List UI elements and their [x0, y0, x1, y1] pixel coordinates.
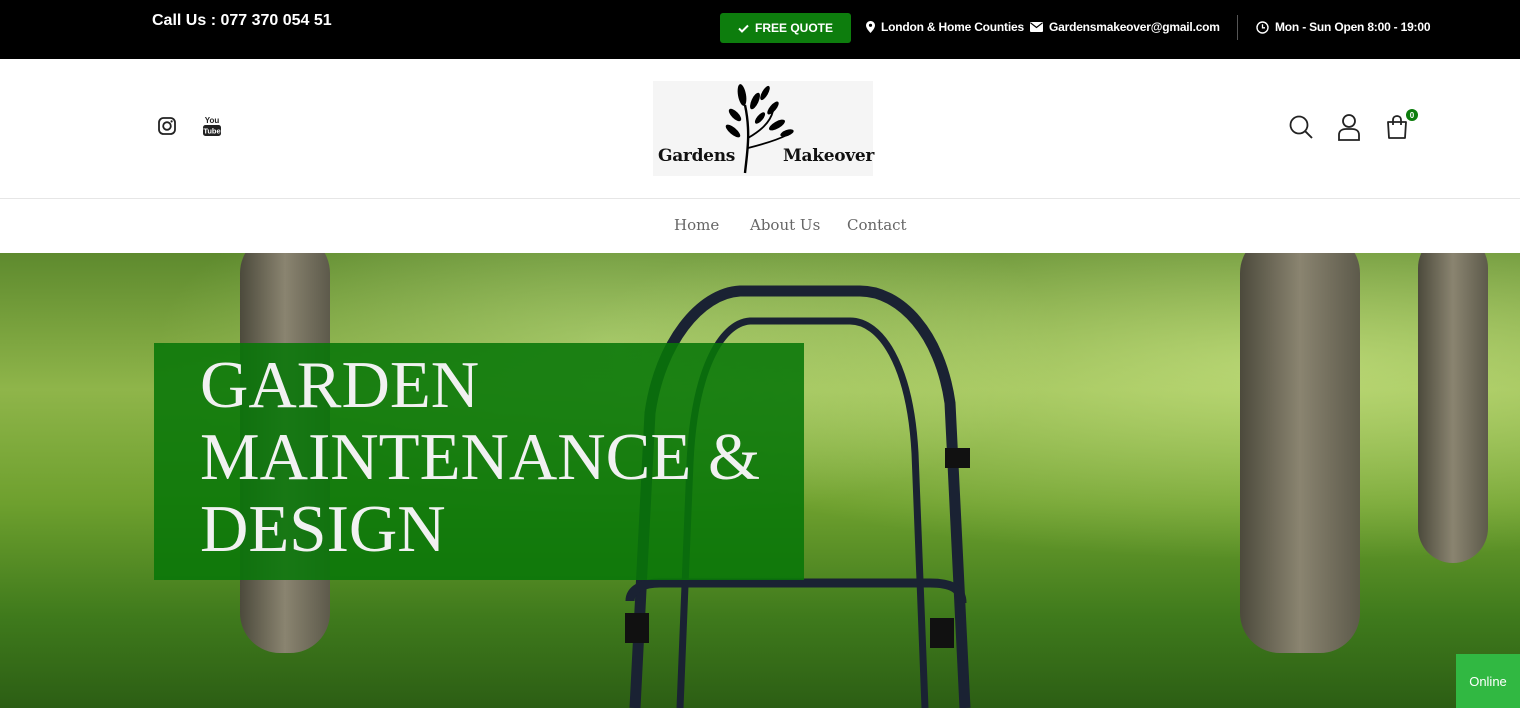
cart-icon[interactable]: 0 [1384, 109, 1418, 141]
cart-count-badge: 0 [1406, 109, 1418, 121]
logo-text-right: Makeover [783, 146, 875, 166]
hours-info: Mon - Sun Open 8:00 - 19:00 [1256, 20, 1430, 34]
envelope-icon [1030, 22, 1043, 32]
youtube-wordmark: You [205, 116, 220, 125]
instagram-icon[interactable] [155, 114, 179, 138]
hours-text: Mon - Sun Open 8:00 - 19:00 [1275, 20, 1431, 34]
hero-banner: GARDEN MAINTENANCE & DESIGN [0, 253, 1520, 708]
hero-headline-line-3: DESIGN [200, 492, 446, 566]
free-quote-label: FREE QUOTE [754, 21, 833, 35]
tree-trunk-decor [1418, 253, 1488, 563]
account-icon[interactable] [1336, 113, 1362, 141]
location-text: London & Home Counties [881, 20, 1024, 34]
call-number[interactable]: Call Us : 077 370 054 51 [152, 12, 332, 30]
site-logo[interactable]: Gardens Makeover [653, 81, 875, 176]
youtube-icon[interactable]: You Tube [200, 114, 224, 138]
hero-headline-line-1: GARDEN [200, 348, 480, 422]
site-header: You Tube Gardens Makeover 0 [0, 59, 1520, 199]
hero-headline-line-2: MAINTENANCE & [200, 420, 761, 494]
hero-headline-box: GARDEN MAINTENANCE & DESIGN [154, 343, 804, 580]
map-pin-icon [866, 21, 875, 33]
clock-icon [1256, 20, 1269, 34]
email-text[interactable]: Gardensmakeover@gmail.com [1049, 20, 1220, 34]
email-info[interactable]: Gardensmakeover@gmail.com [1030, 20, 1220, 34]
search-icon[interactable] [1288, 113, 1314, 141]
svg-text:Tube: Tube [203, 127, 220, 136]
check-icon [738, 24, 749, 33]
logo-text-left: Gardens [658, 146, 736, 166]
main-nav: Home About Us Contact [0, 199, 1520, 253]
tree-trunk-decor [1240, 253, 1360, 653]
nav-item-contact[interactable]: Contact [847, 216, 907, 234]
online-chat-button[interactable]: Online [1456, 654, 1520, 708]
nav-item-about[interactable]: About Us [750, 216, 820, 234]
divider [1237, 15, 1238, 40]
nav-item-home[interactable]: Home [674, 216, 719, 234]
top-bar: Call Us : 077 370 054 51 FREE QUOTE Lond… [0, 0, 1520, 59]
free-quote-button[interactable]: FREE QUOTE [720, 13, 851, 43]
location-info: London & Home Counties [866, 20, 1024, 34]
hero-headline: GARDEN MAINTENANCE & DESIGN [200, 349, 800, 565]
